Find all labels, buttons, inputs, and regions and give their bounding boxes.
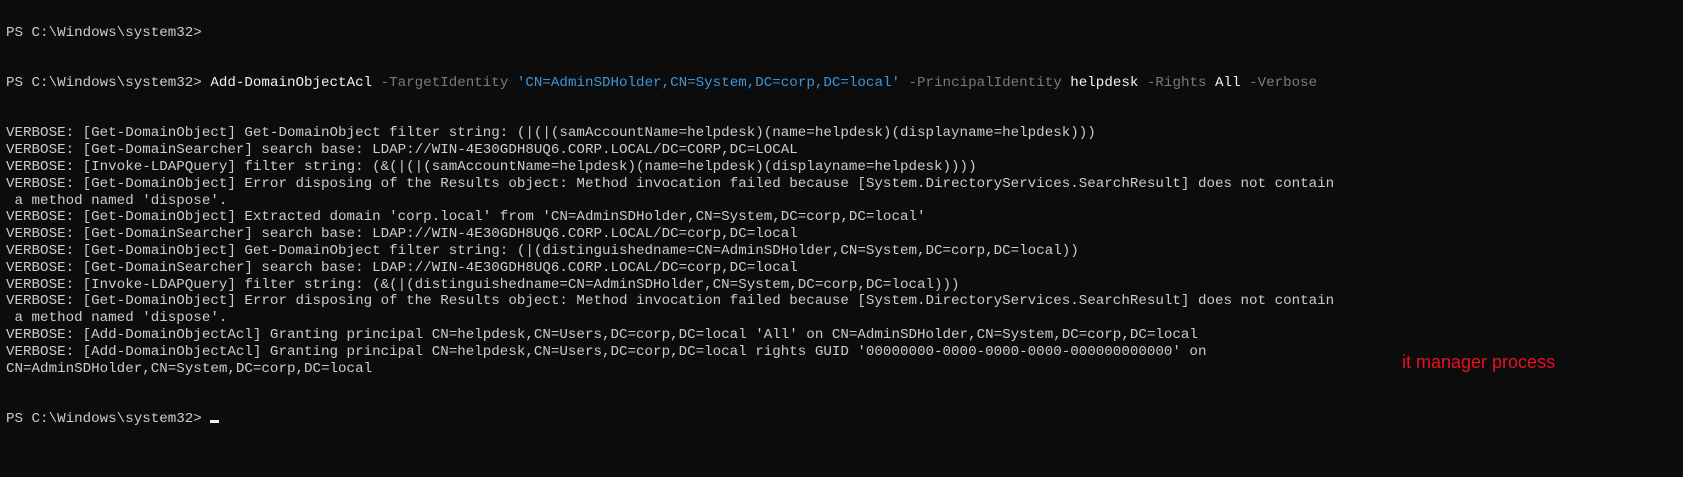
verbose-output-line: a method named 'dispose'. (6, 192, 228, 209)
param-rights: -Rights (1138, 74, 1216, 91)
verbose-output-line: VERBOSE: [Get-DomainObject] Extracted do… (6, 209, 926, 226)
powershell-console[interactable]: PS C:\Windows\system32> PS C:\Windows\sy… (0, 0, 1683, 477)
command-line: PS C:\Windows\system32> Add-DomainObject… (6, 75, 1683, 92)
verbose-output-line: VERBOSE: [Add-DomainObjectAcl] Granting … (6, 326, 1198, 343)
verbose-output-line: VERBOSE: [Invoke-LDAPQuery] filter strin… (6, 158, 977, 175)
value-rights: All (1215, 74, 1241, 91)
param-verbose: -Verbose (1240, 74, 1318, 91)
verbose-output-line: VERBOSE: [Get-DomainObject] Get-DomainOb… (6, 242, 1079, 259)
param-principal-identity: -PrincipalIdentity (899, 74, 1071, 91)
prompt-text: PS C:\Windows\system32> (6, 74, 211, 91)
value-principal-identity: helpdesk (1070, 74, 1139, 91)
verbose-output-line: VERBOSE: [Get-DomainObject] Error dispos… (6, 175, 1335, 192)
annotation-label: it manager process (1402, 352, 1556, 372)
verbose-output-line: VERBOSE: [Get-DomainObject] Error dispos… (6, 293, 1335, 310)
final-prompt-text: PS C:\Windows\system32> (6, 410, 211, 427)
value-target-identity: 'CN=AdminSDHolder,CN=System,DC=corp,DC=l… (516, 74, 900, 91)
final-prompt-line[interactable]: PS C:\Windows\system32> (6, 411, 1683, 428)
cmdlet-name: Add-DomainObjectAcl (210, 74, 373, 91)
param-target-identity: -TargetIdentity (372, 74, 517, 91)
verbose-output-line: a method named 'dispose'. (6, 310, 228, 327)
verbose-output-line: VERBOSE: [Get-DomainSearcher] search bas… (6, 142, 798, 159)
verbose-output-line: VERBOSE: [Get-DomainSearcher] search bas… (6, 226, 798, 243)
verbose-output-line: VERBOSE: [Invoke-LDAPQuery] filter strin… (6, 276, 960, 293)
previous-prompt-line: PS C:\Windows\system32> (6, 24, 202, 41)
verbose-output-line: VERBOSE: [Get-DomainObject] Get-DomainOb… (6, 125, 1096, 142)
verbose-output-line: VERBOSE: [Get-DomainSearcher] search bas… (6, 259, 798, 276)
verbose-output-block: VERBOSE: [Get-DomainObject] Get-DomainOb… (6, 125, 1683, 377)
console-output: PS C:\Windows\system32> PS C:\Windows\sy… (6, 0, 1683, 461)
text-cursor (210, 419, 220, 423)
